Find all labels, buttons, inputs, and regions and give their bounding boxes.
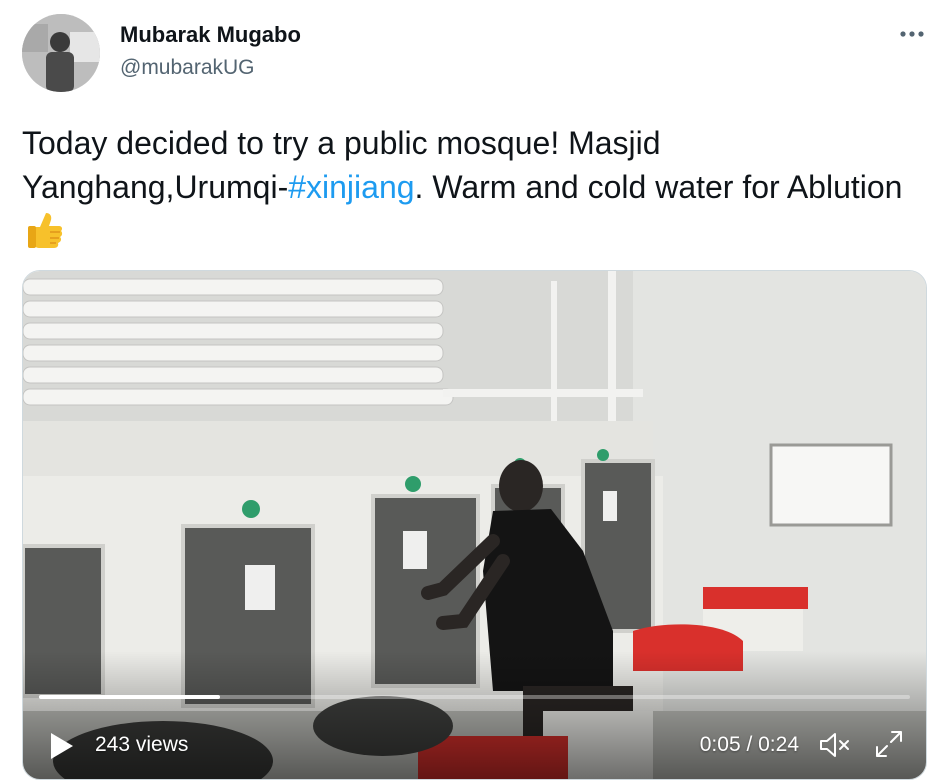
more-icon [900,31,924,37]
hashtag-link[interactable]: #xinjiang [288,169,414,205]
video-time: 0:05 / 0:24 [699,733,799,756]
play-button[interactable] [49,731,75,761]
tweet-text: Today decided to try a public mosque! Ma… [22,121,927,260]
more-options-button[interactable] [895,20,929,48]
play-icon [51,733,73,759]
avatar-photo [22,14,100,92]
tweet-text-part2: . Warm and cold water for Ablution [414,169,903,205]
thumbs-up-icon [24,209,64,260]
view-count: 243 views [95,733,189,756]
video-progress-fill [39,695,221,699]
expand-icon [876,731,902,757]
video-progress-bar[interactable] [39,695,910,699]
author-name[interactable]: Mubarak Mugabo [120,22,301,48]
muted-speaker-icon [820,733,849,757]
fullscreen-button[interactable] [874,729,904,759]
mute-button[interactable] [818,731,850,759]
avatar[interactable] [22,14,100,92]
video-player[interactable]: 243 views 0:05 / 0:24 [22,270,927,780]
author-handle[interactable]: @mubarakUG [120,56,255,80]
video-frame [23,271,926,779]
